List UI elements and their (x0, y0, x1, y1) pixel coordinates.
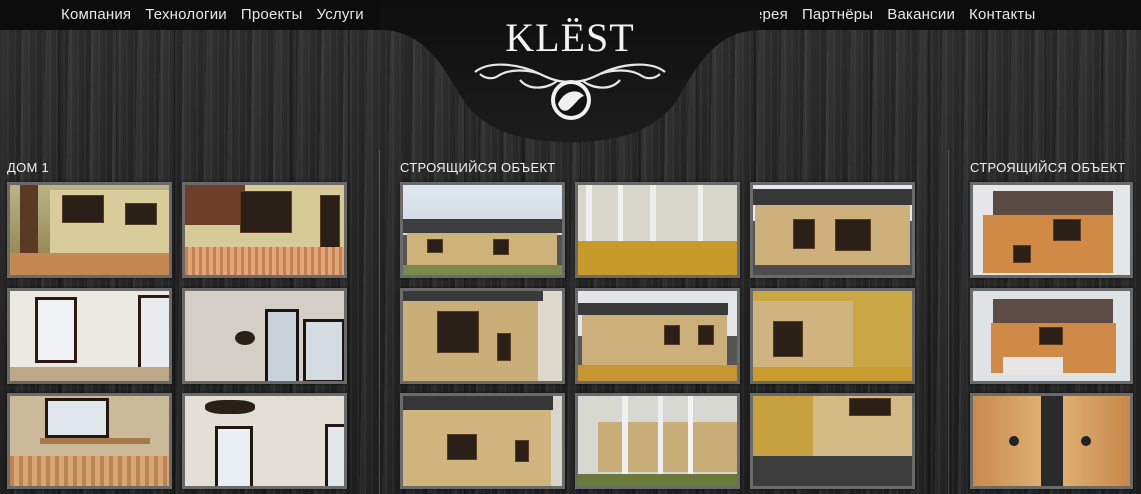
nav-link-contacts[interactable]: Контакты (969, 6, 1035, 23)
nav-link-partners[interactable]: Партнёры (802, 6, 873, 23)
nav-link-projects[interactable]: Проекты (241, 6, 303, 23)
gallery-thumb[interactable] (750, 288, 915, 384)
gallery-thumb[interactable] (970, 182, 1133, 278)
nav-link-services[interactable]: Услуги (316, 6, 363, 23)
gallery-thumb[interactable] (575, 288, 740, 384)
column-title-construction-1: СТРОЯЩИЙСЯ ОБЪЕКТ (400, 160, 556, 175)
nav-link-technologies[interactable]: Технологии (145, 6, 227, 23)
gallery-thumb[interactable] (182, 288, 347, 384)
gallery-thumb[interactable] (970, 393, 1133, 489)
gallery-thumb[interactable] (575, 182, 740, 278)
gallery-thumb[interactable] (7, 182, 172, 278)
gallery-thumb[interactable] (750, 393, 915, 489)
column-title-house-1: ДОМ 1 (7, 160, 50, 175)
gallery-thumb[interactable] (400, 288, 565, 384)
gallery-thumb[interactable] (7, 393, 172, 489)
gallery-thumb[interactable] (400, 182, 565, 278)
column-divider (379, 150, 380, 494)
nav-left: Компания Технологии Проекты Услуги (61, 6, 364, 23)
gallery-thumb[interactable] (970, 288, 1133, 384)
site-logo[interactable]: KLЁST (380, 0, 760, 150)
gallery-thumb[interactable] (750, 182, 915, 278)
column-divider (948, 150, 949, 494)
column-title-construction-2: СТРОЯЩИЙСЯ ОБЪЕКТ (970, 160, 1126, 175)
gallery-thumb[interactable] (400, 393, 565, 489)
gallery-thumb[interactable] (182, 393, 347, 489)
logo-wordmark: KLЁST (505, 15, 635, 60)
nav-right: Галерея Партнёры Вакансии Контакты (729, 6, 1035, 23)
gallery-thumb[interactable] (182, 182, 347, 278)
nav-link-vacancies[interactable]: Вакансии (887, 6, 955, 23)
nav-link-company[interactable]: Компания (61, 6, 131, 23)
gallery-thumb[interactable] (575, 393, 740, 489)
gallery-thumb[interactable] (7, 288, 172, 384)
